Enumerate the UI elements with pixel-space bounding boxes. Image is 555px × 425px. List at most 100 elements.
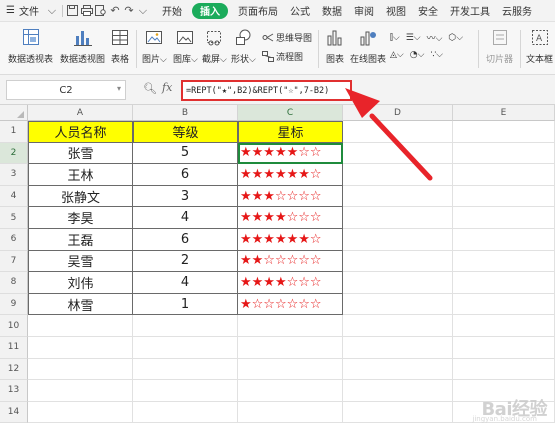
print-preview-icon[interactable] [94, 0, 108, 22]
cell-a1[interactable]: 人员名称 [28, 121, 133, 143]
bar-chart-icon[interactable]: ☰⌵ [406, 33, 421, 43]
cell-e6[interactable] [453, 229, 555, 251]
cell-d2[interactable] [343, 142, 453, 165]
online-chart-button[interactable]: 在线图表 [350, 28, 386, 65]
pivot-chart-button[interactable]: 数据透视图 [60, 28, 105, 65]
cell-e11[interactable] [453, 337, 555, 359]
cell-c4[interactable]: ★★★☆☆☆☆ [238, 185, 343, 208]
line-chart-icon[interactable]: 〰⌵ [427, 31, 443, 44]
cell-d10[interactable] [343, 315, 453, 337]
cell-c7[interactable]: ★★☆☆☆☆☆ [238, 250, 343, 273]
cell-e10[interactable] [453, 315, 555, 337]
cell-c9[interactable]: ★☆☆☆☆☆☆ [238, 293, 343, 316]
cell-b1[interactable]: 等级 [133, 121, 238, 143]
cell-a12[interactable] [28, 358, 133, 381]
row-header-5[interactable]: 5 [0, 207, 28, 229]
tab-view[interactable]: 视图 [380, 0, 412, 22]
cell-a6[interactable]: 王磊 [28, 229, 133, 251]
cell-c10[interactable] [238, 315, 343, 337]
cell-d12[interactable] [343, 358, 453, 381]
cell-b2[interactable]: 5 [133, 142, 238, 165]
select-all-corner[interactable] [0, 105, 28, 121]
row-header-8[interactable]: 8 [0, 272, 28, 294]
cell-a14[interactable] [28, 401, 133, 424]
cell-d1[interactable] [343, 121, 453, 143]
cell-c1[interactable]: 星标 [238, 121, 343, 143]
cell-d11[interactable] [343, 337, 453, 359]
cell-b4[interactable]: 3 [133, 185, 238, 208]
zoom-icon[interactable]: 🔍︎ [143, 82, 157, 95]
tab-security[interactable]: 安全 [412, 0, 444, 22]
row-header-11[interactable]: 11 [0, 337, 28, 359]
tab-data[interactable]: 数据 [316, 0, 348, 22]
cell-a10[interactable] [28, 315, 133, 337]
function-icon[interactable]: fx [162, 81, 172, 94]
cell-e9[interactable] [453, 293, 555, 316]
cell-d8[interactable] [343, 272, 453, 294]
cell-b13[interactable] [133, 380, 238, 402]
cell-d3[interactable] [343, 164, 453, 186]
cell-b9[interactable]: 1 [133, 293, 238, 316]
file-menu[interactable]: 文件 [17, 0, 45, 22]
cell-a8[interactable]: 刘伟 [28, 272, 133, 294]
cell-b7[interactable]: 2 [133, 250, 238, 273]
row-header-6[interactable]: 6 [0, 229, 28, 251]
cell-b8[interactable]: 4 [133, 272, 238, 294]
tab-developer[interactable]: 开发工具 [444, 0, 496, 22]
gallery-button[interactable]: 图库⌵ [173, 28, 198, 65]
pie-chart-icon[interactable]: ◔⌵ [410, 50, 425, 60]
column-header-d[interactable]: D [343, 105, 453, 121]
cell-e1[interactable] [453, 121, 555, 143]
cell-e2[interactable] [453, 142, 555, 165]
row-header-14[interactable]: 14 [0, 401, 28, 424]
cell-c12[interactable] [238, 358, 343, 381]
cell-c14[interactable] [238, 401, 343, 424]
cell-d5[interactable] [343, 207, 453, 229]
stock-chart-icon[interactable]: ⬡⌵ [448, 33, 463, 43]
cell-b10[interactable] [133, 315, 238, 337]
save-icon[interactable] [66, 0, 80, 22]
row-header-3[interactable]: 3 [0, 164, 28, 186]
cell-d7[interactable] [343, 250, 453, 273]
mindmap-button[interactable]: 思维导图 [262, 31, 312, 44]
chart-button[interactable]: 图表 [324, 28, 346, 65]
tab-cloud[interactable]: 云服务 [496, 0, 538, 22]
column-chart-icon[interactable]: ⫿⌵ [390, 33, 400, 43]
cell-b14[interactable] [133, 401, 238, 424]
cell-a3[interactable]: 王林 [28, 164, 133, 186]
column-header-e[interactable]: E [453, 105, 555, 121]
undo-icon[interactable]: ↶ [108, 0, 122, 22]
column-header-b[interactable]: B [133, 105, 238, 121]
cell-b6[interactable]: 6 [133, 229, 238, 251]
cell-e4[interactable] [453, 185, 555, 208]
print-icon[interactable] [80, 0, 94, 22]
cell-c5[interactable]: ★★★★☆☆☆ [238, 207, 343, 229]
cell-c13[interactable] [238, 380, 343, 402]
more-chevron-icon[interactable]: ⌵ [136, 0, 150, 22]
chevron-down-icon[interactable]: ▾ [117, 84, 121, 93]
cell-b3[interactable]: 6 [133, 164, 238, 186]
hamburger-icon[interactable]: ☰ [0, 0, 17, 22]
row-header-10[interactable]: 10 [0, 315, 28, 337]
cell-d13[interactable] [343, 380, 453, 402]
cell-e12[interactable] [453, 358, 555, 381]
formula-input[interactable]: =REPT("★",B2)&REPT("☆",7-B2) [181, 80, 352, 101]
cell-a2[interactable]: 张雪 [28, 142, 133, 165]
row-header-13[interactable]: 13 [0, 380, 28, 402]
cell-a4[interactable]: 张静文 [28, 185, 133, 208]
tab-page-layout[interactable]: 页面布局 [232, 0, 284, 22]
chevron-down-icon[interactable]: ⌵ [45, 0, 59, 22]
cell-b12[interactable] [133, 358, 238, 381]
column-header-a[interactable]: A [28, 105, 133, 121]
cell-c6[interactable]: ★★★★★★☆ [238, 229, 343, 251]
cell-a5[interactable]: 李昊 [28, 207, 133, 229]
cell-c8[interactable]: ★★★★☆☆☆ [238, 272, 343, 294]
row-header-9[interactable]: 9 [0, 293, 28, 316]
cell-b5[interactable]: 4 [133, 207, 238, 229]
slicer-button[interactable]: 切片器 [486, 28, 513, 65]
name-box[interactable]: C2 ▾ [6, 80, 126, 100]
area-chart-icon[interactable]: ◬⌵ [390, 50, 404, 60]
tab-insert[interactable]: 插入 [191, 2, 228, 19]
cell-d9[interactable] [343, 293, 453, 316]
tab-review[interactable]: 审阅 [348, 0, 380, 22]
